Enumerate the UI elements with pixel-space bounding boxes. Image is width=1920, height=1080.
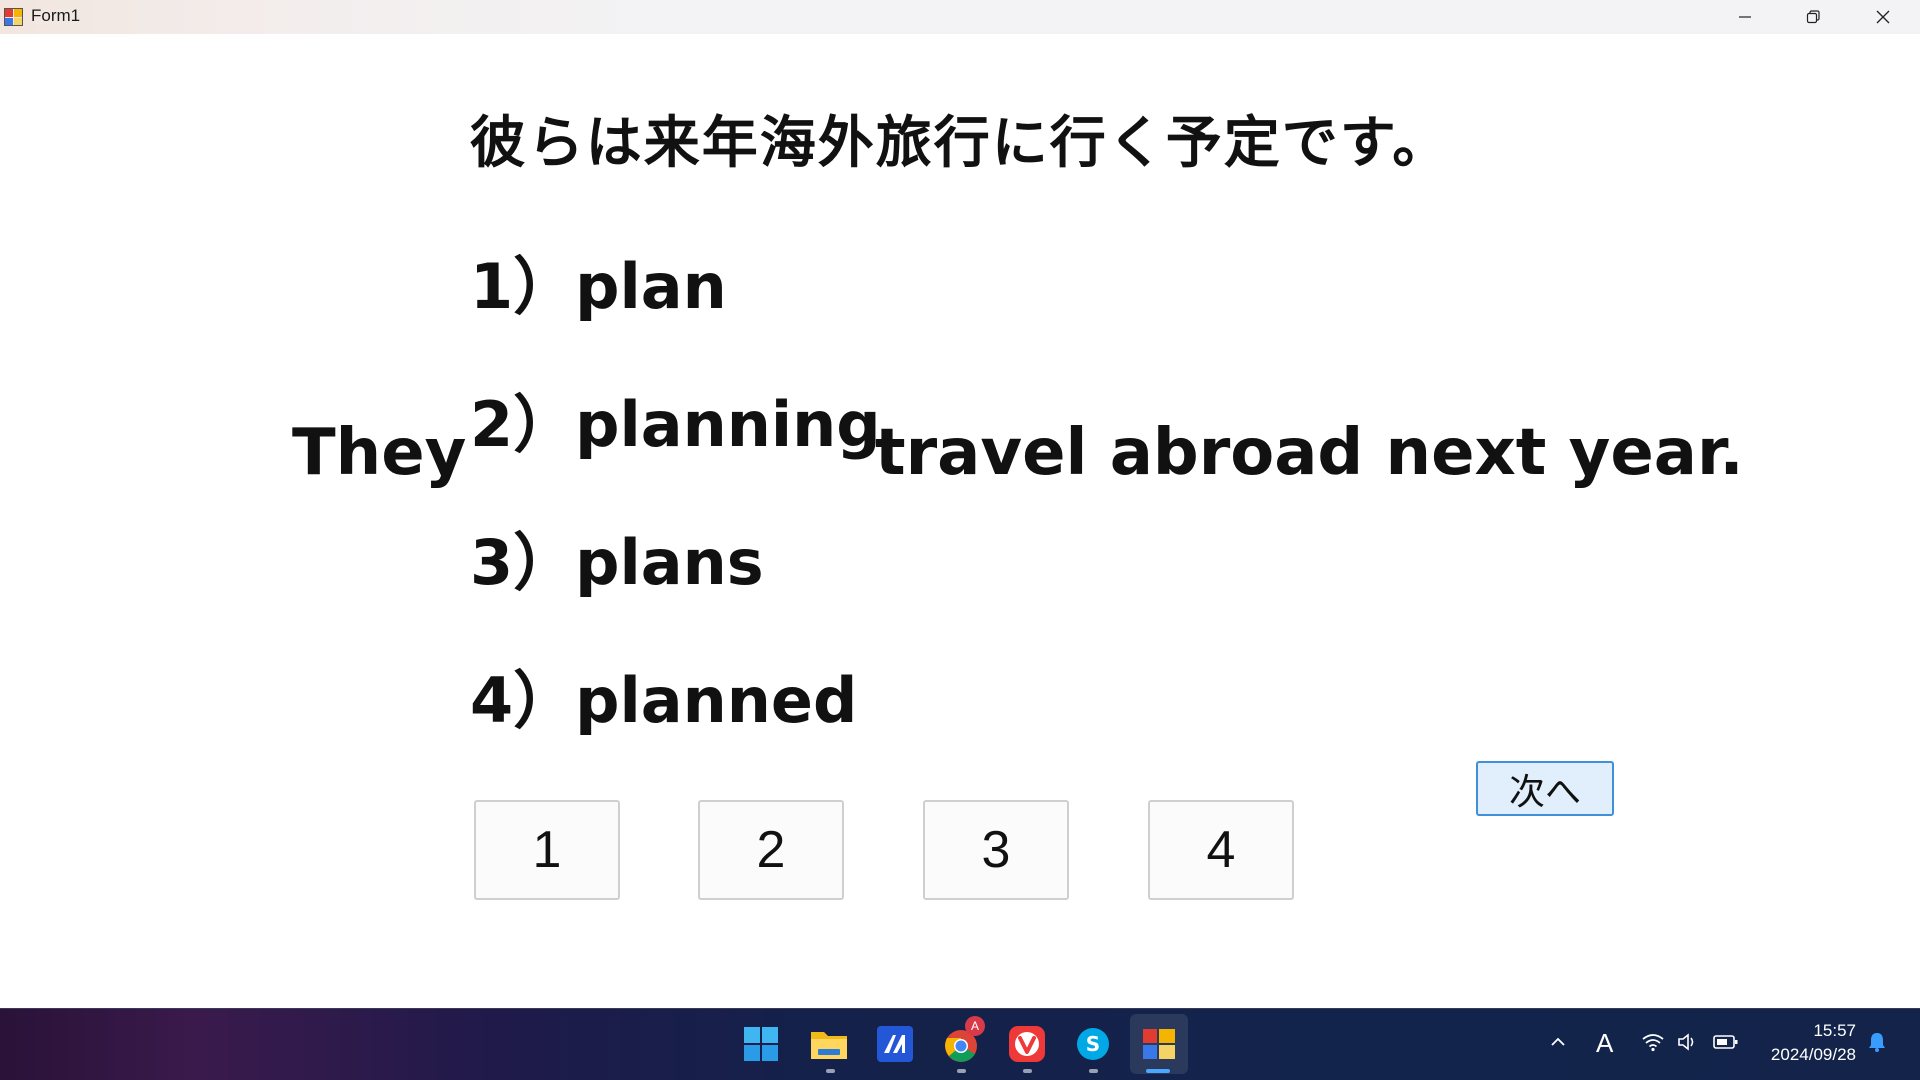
- restore-button[interactable]: [1780, 0, 1846, 34]
- next-button[interactable]: 次へ: [1476, 761, 1614, 816]
- skype-button[interactable]: S: [1069, 1020, 1117, 1068]
- battery-button[interactable]: [1713, 1033, 1739, 1056]
- running-indicator: [957, 1069, 966, 1073]
- clock-date[interactable]: 2024/09/28: [1750, 1045, 1856, 1065]
- choice-word: plans: [575, 526, 764, 599]
- window-title: Form1: [31, 6, 81, 25]
- svg-text:S: S: [1086, 1032, 1100, 1056]
- vivaldi-icon: [1009, 1026, 1045, 1062]
- vivaldi-button[interactable]: [1003, 1020, 1051, 1068]
- battery-icon: [1713, 1035, 1738, 1049]
- choice-number: 3）: [470, 526, 576, 599]
- minimize-icon: [1739, 16, 1751, 18]
- choice-word: planning: [575, 388, 881, 461]
- answer-button-4[interactable]: 4: [1148, 800, 1294, 900]
- answer-button-2[interactable]: 2: [698, 800, 844, 900]
- bell-icon: [1869, 1033, 1885, 1052]
- restore-icon: [1806, 10, 1820, 24]
- notifications-button[interactable]: [1866, 1031, 1888, 1058]
- chevron-up-icon: [1551, 1037, 1565, 1046]
- speaker-icon: [1678, 1033, 1694, 1051]
- chrome-button[interactable]: A: [937, 1016, 985, 1068]
- active-indicator: [1146, 1069, 1170, 1073]
- title-bar[interactable]: Form1: [0, 0, 1920, 34]
- ime-indicator[interactable]: A: [1596, 1028, 1613, 1059]
- choice-number: 1）: [470, 250, 576, 323]
- wifi-icon: [1642, 1034, 1664, 1052]
- minimize-button[interactable]: [1712, 0, 1778, 34]
- sentence-start: They: [292, 416, 467, 490]
- start-button[interactable]: [737, 1020, 785, 1068]
- app-window: Form1 彼らは来年海外旅行に行く予定です。 They travel abro…: [0, 0, 1920, 1008]
- running-indicator: [826, 1069, 835, 1073]
- wifi-button[interactable]: [1641, 1032, 1665, 1057]
- choice-number: 2）: [470, 388, 576, 461]
- clock-time[interactable]: 15:57: [1760, 1021, 1856, 1041]
- choice-number: 4）: [470, 664, 576, 737]
- volume-button[interactable]: [1677, 1032, 1699, 1057]
- running-indicator: [1089, 1069, 1098, 1073]
- chrome-badge-label: A: [970, 1019, 979, 1033]
- form-app-icon: [1143, 1029, 1175, 1059]
- sentence-end: travel abroad next year.: [875, 416, 1744, 490]
- close-icon: [1876, 10, 1890, 24]
- choice-word: plan: [575, 250, 727, 323]
- choice-3: 3）plans: [470, 512, 764, 602]
- chrome-badge: A: [965, 1016, 985, 1036]
- choice-4: 4）planned: [470, 650, 857, 740]
- answer-button-1[interactable]: 1: [474, 800, 620, 900]
- running-indicator: [1023, 1069, 1032, 1073]
- editor-app-icon: [877, 1026, 913, 1062]
- code-editor-button[interactable]: [871, 1020, 919, 1068]
- japanese-question: 彼らは来年海外旅行に行く予定です。: [469, 111, 1451, 176]
- choice-2: 2）planning: [470, 374, 881, 464]
- show-hidden-icons-button[interactable]: [1548, 1032, 1568, 1057]
- file-explorer-button[interactable]: [805, 1020, 853, 1068]
- folder-icon: [811, 1032, 847, 1059]
- form-app-taskbar-button[interactable]: [1135, 1020, 1183, 1068]
- answer-button-3[interactable]: 3: [923, 800, 1069, 900]
- choice-word: planned: [575, 664, 858, 737]
- skype-icon: S: [1077, 1028, 1109, 1060]
- close-button[interactable]: [1850, 0, 1916, 34]
- windows-start-icon: [744, 1027, 778, 1061]
- form-app-icon: [4, 8, 23, 26]
- choice-1: 1）plan: [470, 236, 727, 326]
